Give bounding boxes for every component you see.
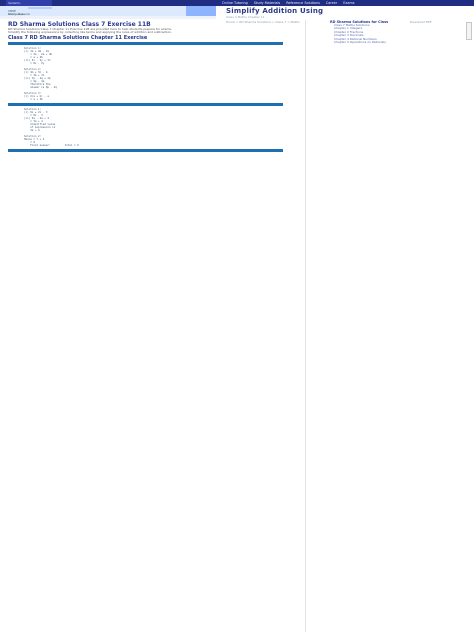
question-bar: Question 1 xyxy=(8,41,283,58)
question-bar: Question 2 xyxy=(8,102,283,119)
sidebar: RD Sharma Solutions for Class Class 7 Ma… xyxy=(330,20,460,44)
question-label: Question 1 xyxy=(10,54,23,58)
question-label: Question 2 xyxy=(10,115,23,119)
page-subheading: Class 4 Maths Chapter 11 xyxy=(226,15,265,19)
nav-study-materials[interactable]: Study Materials xyxy=(254,1,280,5)
nav-reference-solutions[interactable]: Reference Solutions xyxy=(286,1,320,5)
sidebar-item[interactable]: Chapter 5 Operations on Rationals xyxy=(334,40,460,44)
section-end-bar xyxy=(8,148,283,152)
search-button[interactable] xyxy=(186,6,216,16)
nav-exams[interactable]: Exams xyxy=(343,1,354,5)
sidebar-scrollbar[interactable] xyxy=(466,22,472,40)
nav-career[interactable]: Career xyxy=(326,1,337,5)
main-nav: Online Tutoring Study Materials Referenc… xyxy=(222,0,355,6)
sub-strip xyxy=(0,16,216,19)
category-chip[interactable] xyxy=(28,7,52,9)
solution-block: Solution 1: (i) 6x + 2x - 3 = 8x - 3 (ii… xyxy=(24,107,79,147)
section-title: Class 7 RD Sharma Solutions Chapter 11 E… xyxy=(8,34,148,41)
main-content: RD Sharma Solutions Class 7 Exercise 11B… xyxy=(8,22,283,153)
category-strip: CBSE Study Material NCERT Solutions xyxy=(0,6,216,16)
column-divider xyxy=(305,20,306,632)
nav-online-tutoring[interactable]: Online Tutoring xyxy=(222,1,248,5)
solution-block: Solution 1: (i) 3a + 4b - 2a = 3a - 2a +… xyxy=(24,46,57,101)
sidebar-list: Class 7 Maths Solutions Chapter 1 Intege… xyxy=(330,23,460,44)
page-heading: Simplify Addition Using xyxy=(226,7,324,15)
